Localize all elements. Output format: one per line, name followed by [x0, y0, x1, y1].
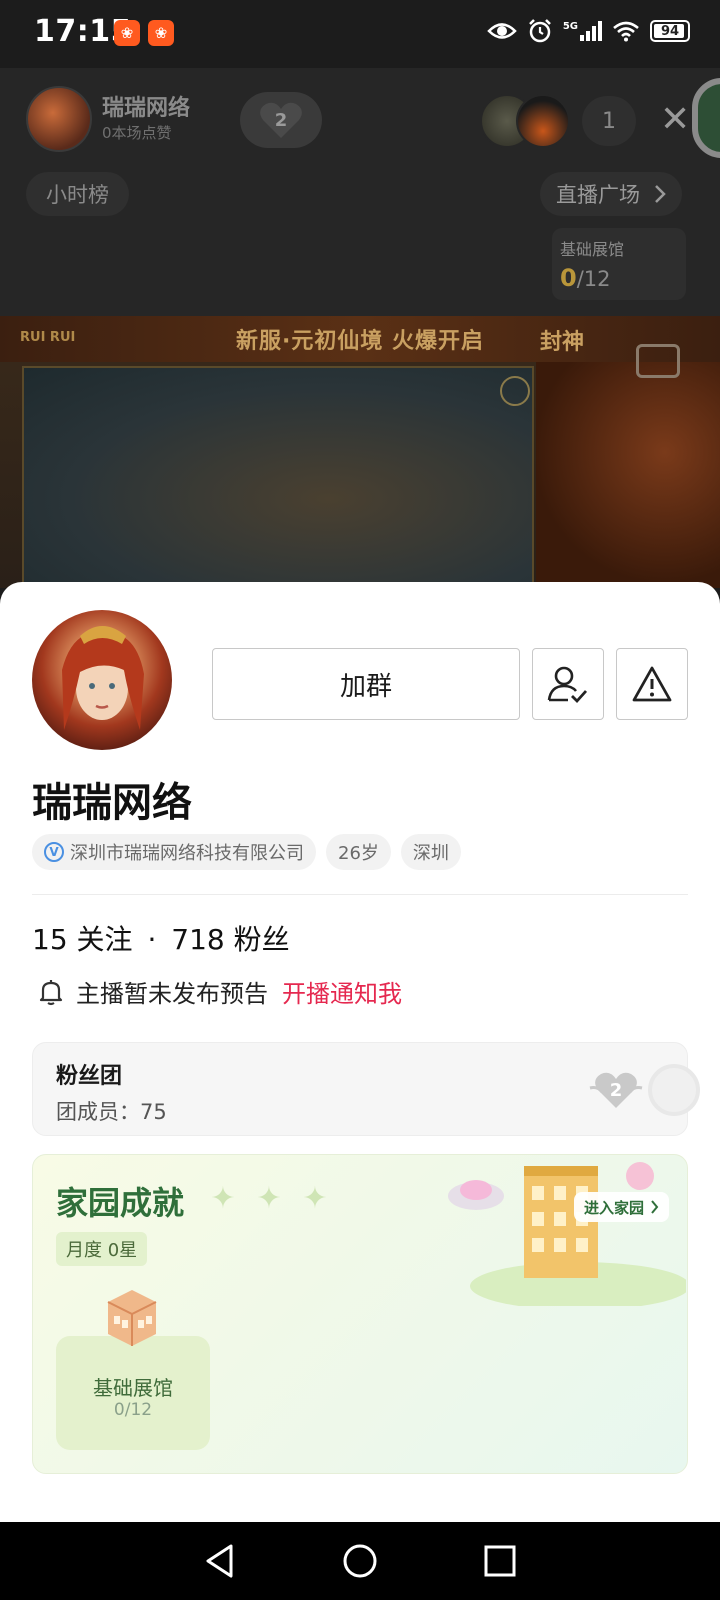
- company-tag[interactable]: V 深圳市瑞瑞网络科技有限公司: [32, 834, 316, 870]
- enter-home-button[interactable]: 进入家园: [574, 1192, 670, 1222]
- host-name: 瑞瑞网络: [102, 96, 191, 121]
- city-tag: 深圳: [400, 834, 461, 870]
- bell-icon: [39, 979, 63, 1005]
- recents-icon[interactable]: [483, 1544, 517, 1578]
- game-screen: [22, 366, 534, 588]
- live-plaza-button[interactable]: 直播广场: [540, 172, 682, 216]
- video-banner: 新服·元初仙境 火爆开启: [0, 316, 720, 362]
- followed-button[interactable]: [532, 648, 604, 720]
- notify-me-link[interactable]: 开播通知我: [282, 974, 402, 1009]
- host-likes: 0本场点赞: [102, 124, 172, 142]
- fan-level-badge: 2: [588, 1070, 644, 1110]
- following-label[interactable]: 关注: [77, 923, 133, 956]
- home-icon[interactable]: [342, 1543, 378, 1579]
- following-count[interactable]: 15: [32, 923, 68, 956]
- basic-exhibit-progress: 0/12: [113, 1400, 153, 1420]
- chevron-right-icon: [655, 185, 666, 203]
- report-button[interactable]: [616, 648, 688, 720]
- game-art: [536, 362, 720, 588]
- exhibit-progress-card[interactable]: 基础展馆 0/12: [552, 228, 686, 300]
- game-minimap: [500, 376, 530, 406]
- cell-signal-icon: 5G: [563, 21, 602, 41]
- home-illustration: [440, 1156, 686, 1306]
- warning-icon: [632, 666, 672, 702]
- building-illustration-icon: [448, 1162, 686, 1306]
- alarm-icon: [528, 19, 551, 43]
- profile-name: 瑞瑞网络: [32, 780, 192, 826]
- month-stars-tag: 月度 0星: [56, 1232, 148, 1266]
- avatar-illustration: [62, 626, 144, 730]
- hour-rank-button[interactable]: 小时榜: [26, 172, 129, 216]
- live-notice: 主播暂未发布预告 开播通知我: [38, 974, 402, 1009]
- follow-stats: 15 关注 · 718 粉丝: [32, 923, 290, 956]
- rotate-screen-icon[interactable]: [636, 344, 680, 378]
- video-logo: RUI RUI: [20, 330, 76, 345]
- eye-icon: [487, 23, 517, 39]
- app-notification-icon: ❀: [114, 20, 140, 46]
- avatar[interactable]: [516, 94, 570, 148]
- home-stars: ✦ ✦ ✦: [206, 1182, 332, 1216]
- fans-label[interactable]: 粉丝: [234, 923, 290, 956]
- fan-badge-icon: [648, 1064, 700, 1116]
- viewer-count[interactable]: 1: [582, 96, 636, 146]
- chevron-right-icon: [651, 1200, 659, 1214]
- star-icon: ✦: [256, 1181, 282, 1216]
- live-video[interactable]: 新服·元初仙境 火爆开启 RUI RUI 封神: [0, 316, 720, 588]
- profile-avatar[interactable]: [32, 610, 172, 750]
- close-icon[interactable]: ✕: [660, 98, 690, 142]
- divider: [32, 894, 688, 895]
- star-icon: ✦: [302, 1181, 328, 1216]
- app-notification-icon: ❀: [148, 20, 174, 46]
- join-group-button[interactable]: 加群: [212, 648, 520, 720]
- wifi-icon: [613, 21, 639, 42]
- fans-count[interactable]: 718: [171, 923, 224, 956]
- status-icons: 5G 94: [487, 18, 690, 44]
- status-bar: 17:15 ❀ ❀ 5G 94: [0, 0, 720, 68]
- fan-group-members: 团成员：75: [56, 1100, 167, 1124]
- host-avatar[interactable]: [26, 86, 92, 152]
- host-info[interactable]: 瑞瑞网络 0本场点赞: [26, 86, 190, 152]
- fan-group-title: 粉丝团: [56, 1064, 123, 1089]
- fan-club-button[interactable]: 2: [240, 92, 322, 148]
- back-icon[interactable]: [203, 1543, 237, 1579]
- game-title-art: 封神: [540, 330, 585, 355]
- battery-icon: 94: [650, 20, 690, 42]
- user-check-icon: [547, 666, 588, 704]
- small-building-icon: [104, 1286, 160, 1348]
- basic-exhibit-name: 基础展馆: [93, 1376, 173, 1400]
- verified-icon: V: [44, 842, 64, 862]
- viewer-avatars[interactable]: [480, 94, 572, 148]
- profile-tags: V 深圳市瑞瑞网络科技有限公司 26岁 深圳: [32, 834, 461, 870]
- star-icon: ✦: [210, 1181, 236, 1216]
- age-tag: 26岁: [326, 834, 391, 870]
- system-nav-bar: [0, 1522, 720, 1600]
- home-title: 家园成就: [56, 1184, 185, 1222]
